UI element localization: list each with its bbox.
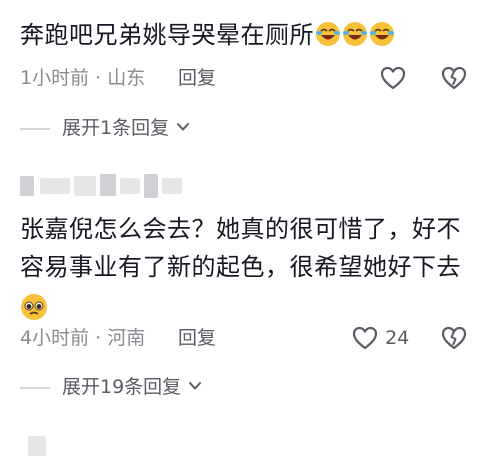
comment-location: 河南: [107, 327, 146, 349]
divider-line: [20, 128, 50, 130]
next-comment-username-blurred[interactable]: [28, 436, 46, 456]
like-count: 24: [385, 327, 410, 349]
comment-location: 山东: [107, 67, 146, 89]
meta-separator: ·: [95, 327, 102, 349]
blur-block: [120, 178, 140, 194]
comment-text: 张嘉倪怎么会去？她真的很可惜了，好不 容易事业有了新的起色，很希望她好下去: [20, 210, 490, 328]
comment-meta: 1小时前 · 山东: [20, 66, 145, 90]
heart-icon: [352, 326, 378, 350]
blur-block: [74, 176, 96, 196]
dislike-button[interactable]: [441, 66, 467, 90]
blur-block: [40, 178, 70, 194]
blur-block: [162, 178, 182, 194]
comment-text-line: 张嘉倪怎么会去？她真的很可惜了，好不: [20, 215, 461, 243]
blur-block: [20, 176, 34, 196]
chevron-down-icon: [187, 378, 203, 394]
comment-text-content: 奔跑吧兄弟姚导哭晕在厕所: [20, 21, 314, 49]
like-button[interactable]: [380, 66, 406, 90]
expand-replies-label: 展开19条回复: [62, 376, 182, 398]
expand-replies-label: 展开1条回复: [62, 117, 170, 139]
comment-meta: 4小时前 · 河南: [20, 326, 145, 350]
broken-heart-icon: [441, 66, 467, 90]
divider-line: [20, 387, 50, 389]
username-blurred[interactable]: [20, 172, 190, 200]
comment-time: 1小时前: [20, 67, 90, 89]
dislike-button[interactable]: [441, 326, 467, 350]
heart-icon: [380, 66, 406, 90]
blur-block: [144, 174, 158, 198]
comment-text: 奔跑吧兄弟姚导哭晕在厕所: [20, 16, 395, 54]
expand-replies-button[interactable]: 展开1条回复: [62, 116, 191, 140]
laugh-cry-emoji: [369, 21, 395, 47]
comment-text-line: 容易事业有了新的起色，很希望她好下去: [20, 253, 461, 281]
blur-block: [100, 174, 116, 196]
pleading-face-emoji: [20, 293, 48, 321]
meta-separator: ·: [95, 67, 102, 89]
broken-heart-icon: [441, 326, 467, 350]
like-button[interactable]: 24: [352, 326, 409, 350]
laugh-cry-emoji: [315, 21, 341, 47]
laugh-cry-emoji: [342, 21, 368, 47]
reply-button[interactable]: 回复: [178, 66, 216, 90]
comment-time: 4小时前: [20, 327, 90, 349]
expand-replies-button[interactable]: 展开19条回复: [62, 375, 203, 399]
chevron-down-icon: [175, 119, 191, 135]
reply-button[interactable]: 回复: [178, 326, 216, 350]
